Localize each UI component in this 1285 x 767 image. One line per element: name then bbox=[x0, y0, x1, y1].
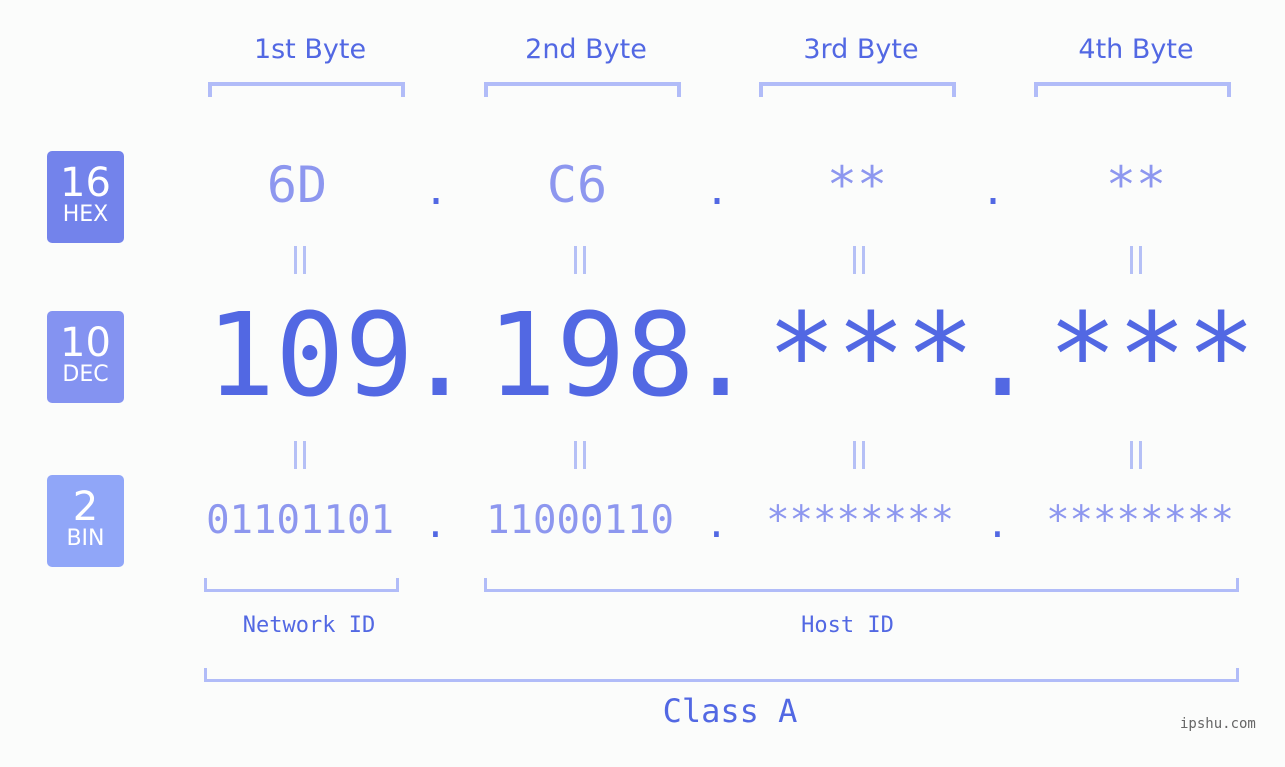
byte-bracket-2 bbox=[484, 82, 681, 97]
bin-byte-1: 01101101 bbox=[206, 498, 394, 543]
hex-separator-2: . bbox=[705, 168, 730, 214]
hex-byte-2: C6 bbox=[546, 156, 608, 214]
dec-base-badge: 10 DEC bbox=[47, 311, 124, 403]
hex-separator-3: . bbox=[981, 168, 1006, 214]
equals-icon bbox=[849, 246, 869, 278]
dec-separator-3: . bbox=[968, 289, 1038, 423]
dec-base-number: 10 bbox=[60, 320, 111, 366]
watermark: ipshu.com bbox=[1180, 716, 1256, 732]
bin-base-number: 2 bbox=[72, 484, 99, 530]
network-id-bracket bbox=[204, 578, 399, 592]
hex-base-name: HEX bbox=[62, 202, 109, 227]
bin-byte-4: ******** bbox=[1046, 498, 1234, 543]
bin-separator-1: . bbox=[424, 502, 447, 546]
class-label: Class A bbox=[662, 692, 798, 730]
dec-byte-4: *** bbox=[1048, 289, 1256, 423]
byte-label-2: 2nd Byte bbox=[525, 34, 647, 65]
byte-bracket-3 bbox=[759, 82, 956, 97]
hex-byte-1: 6D bbox=[266, 156, 328, 214]
bin-separator-3: . bbox=[986, 502, 1009, 546]
dec-byte-3: *** bbox=[767, 289, 975, 423]
byte-label-4: 4th Byte bbox=[1078, 34, 1194, 65]
dec-separator-1: . bbox=[405, 289, 475, 423]
hex-base-badge: 16 HEX bbox=[47, 151, 124, 243]
hex-byte-3: ** bbox=[826, 156, 888, 214]
hex-byte-4: ** bbox=[1105, 156, 1167, 214]
bin-byte-3: ******** bbox=[766, 498, 954, 543]
byte-bracket-4 bbox=[1034, 82, 1231, 97]
class-bracket bbox=[204, 668, 1239, 682]
equals-icon bbox=[570, 441, 590, 473]
byte-label-1: 1st Byte bbox=[253, 34, 367, 65]
equals-icon bbox=[849, 441, 869, 473]
dec-byte-2: 198 bbox=[487, 289, 695, 423]
byte-label-3: 3rd Byte bbox=[803, 34, 919, 65]
equals-icon bbox=[570, 246, 590, 278]
dec-byte-1: 109 bbox=[206, 289, 414, 423]
equals-icon bbox=[290, 246, 310, 278]
bin-separator-2: . bbox=[705, 502, 728, 546]
host-id-bracket bbox=[484, 578, 1239, 592]
bin-base-badge: 2 BIN bbox=[47, 475, 124, 567]
equals-icon bbox=[290, 441, 310, 473]
host-id-label: Host ID bbox=[801, 613, 894, 638]
bin-byte-2: 11000110 bbox=[486, 498, 674, 543]
dec-base-name: DEC bbox=[62, 362, 109, 387]
equals-icon bbox=[1126, 246, 1146, 278]
hex-separator-1: . bbox=[424, 168, 449, 214]
bin-base-name: BIN bbox=[66, 526, 105, 551]
dec-separator-2: . bbox=[686, 289, 756, 423]
hex-base-number: 16 bbox=[60, 160, 111, 206]
network-id-label: Network ID bbox=[242, 613, 376, 638]
byte-bracket-1 bbox=[208, 82, 405, 97]
equals-icon bbox=[1126, 441, 1146, 473]
